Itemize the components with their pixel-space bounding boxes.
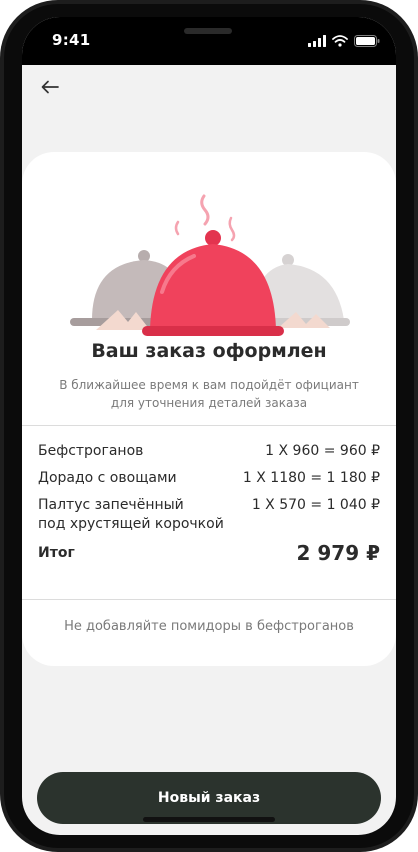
order-comment: Не добавляйте помидоры в бефстроганов — [64, 619, 354, 634]
total-value: 2 979 ₽ — [296, 541, 380, 565]
status-time: 9:41 — [52, 31, 91, 49]
screen: 9:41 Ваш заказ оформлен В ближайшее врем… — [22, 17, 396, 835]
order-item-name: Палтус запечённый под хрустящей корочкой — [38, 497, 224, 532]
order-item-price: 1 Х 960 = 960 ₽ — [265, 443, 380, 459]
speaker — [184, 28, 232, 34]
order-item-name: Бефстроганов — [38, 443, 144, 459]
wifi-icon — [332, 35, 348, 47]
home-indicator — [143, 817, 275, 822]
order-card: Ваш заказ оформлен В ближайшее время к в… — [22, 152, 396, 666]
order-item-price: 1 Х 1180 = 1 180 ₽ — [242, 470, 380, 486]
divider — [22, 599, 396, 600]
serving-cloches-illustration — [70, 194, 350, 336]
order-subtitle: В ближайшее время к вам подойдёт официан… — [59, 378, 359, 410]
order-item-name: Дорадо с овощами — [38, 470, 177, 486]
status-icons — [308, 35, 380, 47]
order-item-price: 1 Х 570 = 1 040 ₽ — [251, 497, 380, 513]
notch — [108, 17, 308, 51]
page-title: Ваш заказ оформлен — [91, 340, 327, 362]
battery-icon — [354, 35, 380, 47]
cellular-signal-icon — [308, 35, 326, 47]
total-label: Итог — [38, 545, 75, 561]
back-button[interactable] — [38, 75, 62, 99]
arrow-left-icon — [41, 80, 59, 94]
status-bar: 9:41 — [22, 17, 396, 65]
divider — [22, 425, 396, 426]
